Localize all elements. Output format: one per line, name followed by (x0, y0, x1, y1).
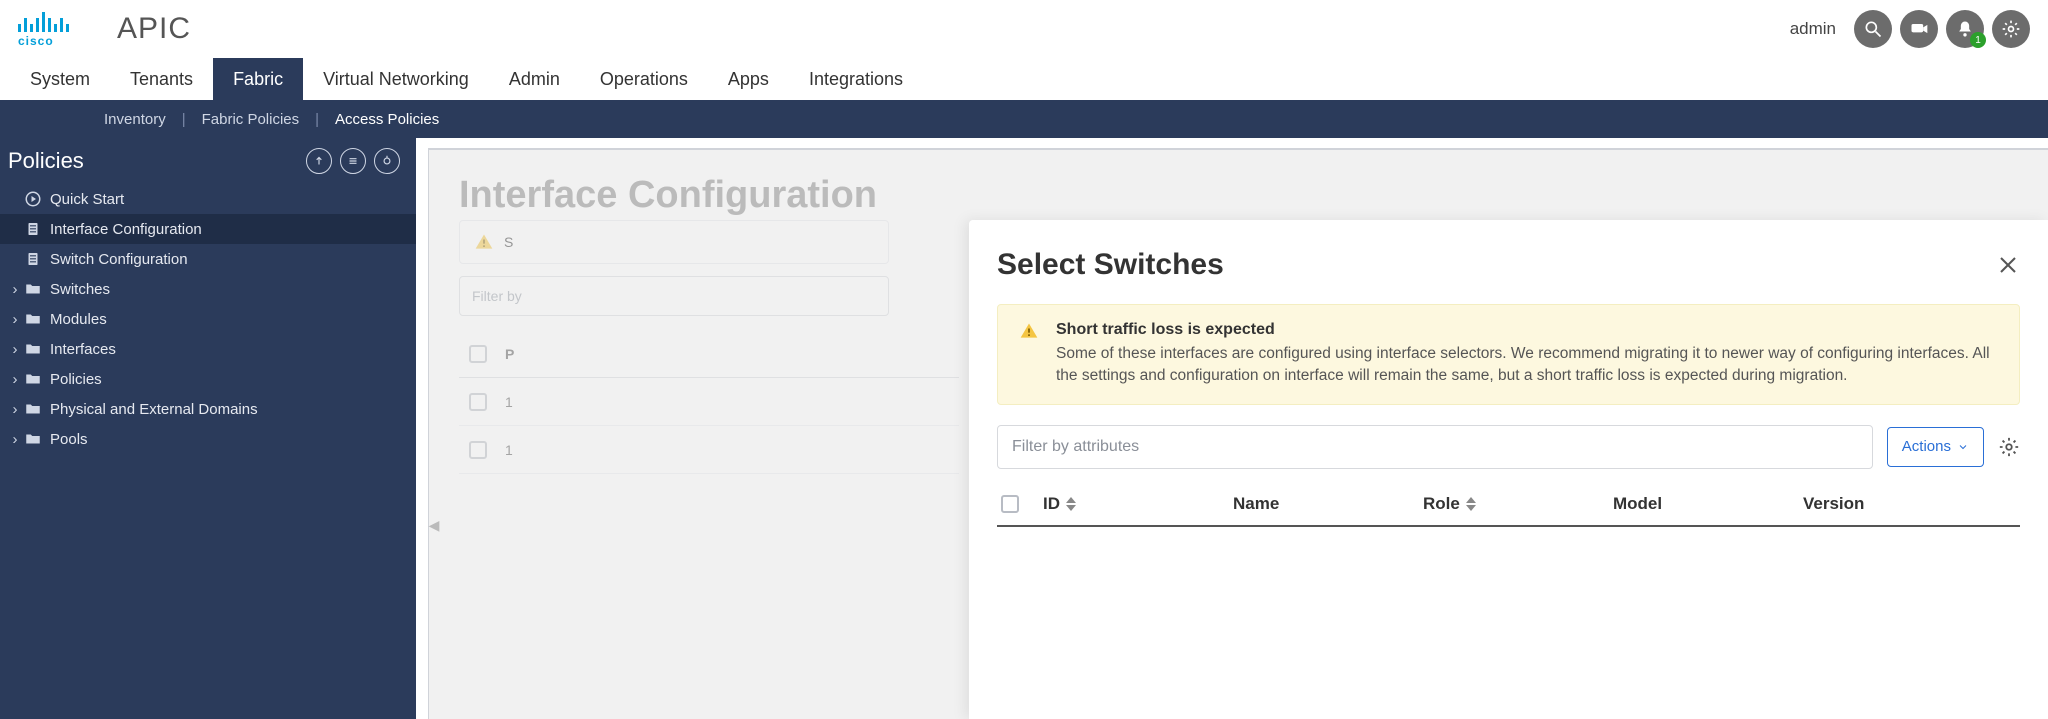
folder-icon (24, 280, 42, 298)
document-icon (24, 250, 42, 268)
tree-modules[interactable]: › Modules (0, 304, 416, 334)
warning-alert: Short traffic loss is expected Some of t… (997, 304, 2020, 405)
tree-label: Interfaces (50, 341, 116, 358)
tab-integrations[interactable]: Integrations (789, 58, 923, 100)
alert-title: Short traffic loss is expected (1056, 321, 1275, 338)
alert-body: Some of these interfaces are configured … (1056, 343, 1999, 388)
notification-badge: 1 (1970, 32, 1986, 48)
tree-label: Physical and External Domains (50, 401, 258, 418)
sidebar-tool-3-icon[interactable] (374, 148, 400, 174)
tree-interfaces[interactable]: › Interfaces (0, 334, 416, 364)
select-all-checkbox[interactable] (1001, 495, 1019, 513)
top-bar: cisco APIC admin 1 (0, 0, 2048, 58)
tree-label: Modules (50, 311, 107, 328)
nav-tree: Quick Start Interface Configuration Swit… (0, 180, 416, 454)
main-panel: ◀ Interface Configuration S Filter by P … (428, 148, 2048, 719)
tree-switch-configuration[interactable]: Switch Configuration (0, 244, 416, 274)
column-version[interactable]: Version (1803, 494, 1963, 514)
folder-icon (24, 400, 42, 418)
folder-icon (24, 310, 42, 328)
current-user-label[interactable]: admin (1790, 19, 1836, 39)
tree-physical-external-domains[interactable]: › Physical and External Domains (0, 394, 416, 424)
divider: | (180, 111, 188, 128)
tree-label: Policies (50, 371, 102, 388)
divider: | (313, 111, 321, 128)
column-name[interactable]: Name (1233, 494, 1423, 514)
chevron-right-icon[interactable]: › (8, 341, 22, 358)
play-icon (24, 190, 42, 208)
warning-triangle-icon (1018, 321, 1040, 341)
modal-title: Select Switches (997, 248, 1224, 282)
select-switches-modal: Select Switches Short traffic loss is ex… (969, 220, 2048, 719)
tree-quick-start[interactable]: Quick Start (0, 184, 416, 214)
chevron-right-icon[interactable]: › (8, 401, 22, 418)
tab-admin[interactable]: Admin (489, 58, 580, 100)
sort-icon[interactable] (1466, 496, 1476, 512)
column-model[interactable]: Model (1613, 494, 1803, 514)
actions-button[interactable]: Actions (1887, 427, 1984, 467)
feedback-icon[interactable] (1900, 10, 1938, 48)
tab-fabric[interactable]: Fabric (213, 58, 303, 100)
search-icon[interactable] (1854, 10, 1892, 48)
sidebar: Policies Quick Start Interface Configura… (0, 138, 416, 719)
tree-interface-configuration[interactable]: Interface Configuration (0, 214, 416, 244)
cisco-bars-icon: cisco (18, 10, 69, 48)
folder-icon (24, 340, 42, 358)
filter-input[interactable] (997, 425, 1873, 469)
folder-icon (24, 370, 42, 388)
sidebar-tool-1-icon[interactable] (306, 148, 332, 174)
tree-label: Switches (50, 281, 110, 298)
column-role[interactable]: Role (1423, 494, 1613, 514)
chevron-right-icon[interactable]: › (8, 281, 22, 298)
secondary-nav: Inventory | Fabric Policies | Access Pol… (0, 100, 2048, 138)
settings-gear-icon[interactable] (1992, 10, 2030, 48)
tree-pools[interactable]: › Pools (0, 424, 416, 454)
table-settings-gear-icon[interactable] (1998, 436, 2020, 458)
document-icon (24, 220, 42, 238)
sort-icon[interactable] (1066, 496, 1076, 512)
primary-nav: System Tenants Fabric Virtual Networking… (0, 58, 2048, 100)
tab-apps[interactable]: Apps (708, 58, 789, 100)
app-title: APIC (117, 12, 191, 46)
vendor-logo: cisco (18, 10, 69, 48)
subnav-access-policies[interactable]: Access Policies (321, 111, 453, 128)
vendor-word: cisco (18, 34, 69, 48)
tree-label: Switch Configuration (50, 251, 188, 268)
chevron-right-icon[interactable]: › (8, 431, 22, 448)
table-header-row: ID Name Role Model Version (997, 483, 2020, 527)
folder-icon (24, 430, 42, 448)
tab-virtual-networking[interactable]: Virtual Networking (303, 58, 489, 100)
tree-switches[interactable]: › Switches (0, 274, 416, 304)
subnav-inventory[interactable]: Inventory (90, 111, 180, 128)
tab-tenants[interactable]: Tenants (110, 58, 213, 100)
sidebar-tool-2-icon[interactable] (340, 148, 366, 174)
tree-label: Pools (50, 431, 88, 448)
subnav-fabric-policies[interactable]: Fabric Policies (188, 111, 314, 128)
chevron-right-icon[interactable]: › (8, 311, 22, 328)
column-id[interactable]: ID (1043, 494, 1233, 514)
close-icon[interactable] (1996, 253, 2020, 277)
tree-label: Interface Configuration (50, 221, 202, 238)
tree-policies[interactable]: › Policies (0, 364, 416, 394)
chevron-down-icon (1957, 441, 1969, 453)
notifications-icon[interactable]: 1 (1946, 10, 1984, 48)
tree-label: Quick Start (50, 191, 124, 208)
tab-operations[interactable]: Operations (580, 58, 708, 100)
chevron-right-icon[interactable]: › (8, 371, 22, 388)
tab-system[interactable]: System (10, 58, 110, 100)
sidebar-title: Policies (8, 148, 84, 174)
actions-label: Actions (1902, 438, 1951, 455)
